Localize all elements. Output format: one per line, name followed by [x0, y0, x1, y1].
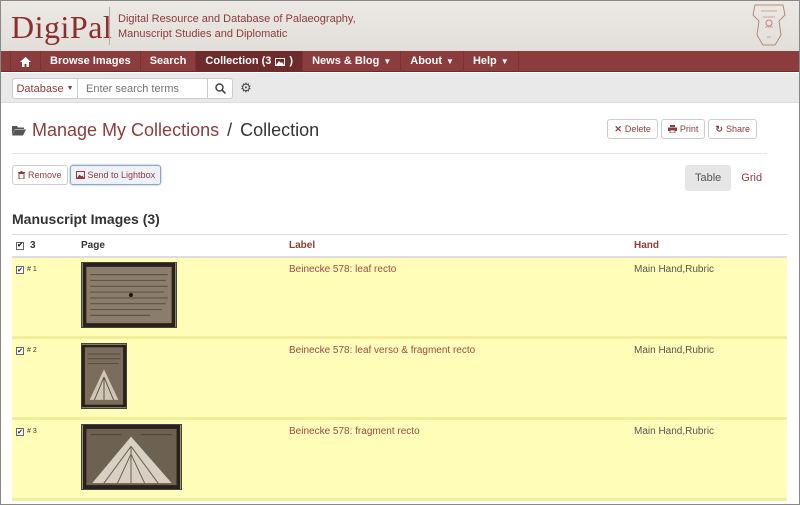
nav-home[interactable] — [11, 51, 41, 72]
row-index: # 2 — [27, 347, 37, 354]
nav-search[interactable]: Search — [141, 51, 197, 72]
print-button[interactable]: Print — [660, 119, 706, 139]
search-button[interactable] — [207, 78, 233, 99]
row-index: # 3 — [27, 428, 37, 435]
nav-help[interactable]: Help ▼ — [464, 51, 519, 72]
nav-collection[interactable]: Collection (3 ) — [196, 51, 304, 72]
breadcrumb-manage-collections[interactable]: Manage My Collections — [32, 120, 219, 141]
table-row: ✔ # 2 Beinecke 578: leaf verso & fragmen… — [12, 339, 787, 420]
folder-open-icon — [12, 125, 26, 135]
breadcrumb-separator: / — [227, 119, 233, 140]
tagline-line-2: Manuscript Studies and Diplomatic — [118, 28, 288, 40]
row-checkbox[interactable]: ✔ — [16, 266, 24, 274]
manuscript-thumbnail[interactable] — [81, 343, 127, 409]
database-dropdown[interactable]: Database ▼ — [12, 78, 78, 99]
share-button[interactable]: ↻ Share — [708, 119, 757, 139]
select-all-checkbox[interactable]: ✔ — [16, 241, 24, 250]
image-label-link[interactable]: Beinecke 578: leaf verso & fragment rect… — [289, 339, 634, 417]
image-label-link[interactable]: Beinecke 578: fragment recto — [289, 420, 634, 498]
column-header-page: Page — [81, 240, 105, 251]
search-bar: Database ▼ ⚙ — [1, 73, 799, 103]
section-title: Manuscript Images (3) — [12, 211, 160, 227]
share-icon: ↻ — [715, 123, 723, 134]
nav-about[interactable]: About ▼ — [401, 51, 464, 72]
send-to-lightbox-button[interactable]: Send to Lightbox — [69, 165, 162, 185]
image-icon — [75, 171, 85, 179]
manuscript-ornament-icon — [752, 4, 786, 46]
column-header-hand[interactable]: Hand — [634, 240, 784, 251]
print-icon — [667, 125, 677, 133]
caret-down-icon: ▼ — [446, 57, 454, 66]
gear-icon[interactable]: ⚙ — [239, 80, 253, 95]
main-nav: Browse Images Search Collection (3 ) New… — [1, 51, 799, 72]
row-checkbox[interactable]: ✔ — [16, 428, 24, 436]
divider — [12, 153, 767, 154]
view-toggle: Table Grid — [685, 165, 772, 191]
row-checkbox[interactable]: ✔ — [16, 347, 24, 355]
site-tagline: Digital Resource and Database of Palaeog… — [118, 12, 358, 42]
page-title: Manage My Collections / Collection — [12, 117, 319, 143]
delete-button[interactable]: ✕ Delete — [607, 119, 658, 139]
remove-button[interactable]: Remove — [12, 165, 68, 185]
images-table: ✔ 3 Page Label Hand ✔ # 1 Beinecke 578: … — [12, 234, 787, 501]
caret-down-icon: ▼ — [383, 57, 392, 66]
hand-value: Main Hand,Rubric — [634, 264, 715, 275]
search-input[interactable] — [77, 78, 208, 99]
table-row: ✔ # 1 Beinecke 578: leaf recto Main Hand… — [12, 258, 787, 339]
image-label-link[interactable]: Beinecke 578: leaf recto — [289, 258, 634, 336]
caret-down-icon: ▼ — [66, 85, 74, 92]
manuscript-thumbnail[interactable] — [81, 424, 182, 490]
home-icon — [20, 56, 31, 67]
tagline-line-1: Digital Resource and Database of Palaeog… — [118, 13, 356, 25]
breadcrumb-current: Collection — [240, 119, 320, 140]
table-header: ✔ 3 Page Label Hand — [12, 234, 787, 258]
caret-down-icon: ▼ — [500, 57, 509, 66]
nav-news-blog[interactable]: News & Blog ▼ — [303, 51, 402, 72]
view-table-button[interactable]: Table — [685, 165, 732, 191]
collection-toolbar: Remove Send to Lightbox — [12, 165, 162, 185]
manuscript-thumbnail[interactable] — [81, 262, 177, 328]
site-header: DigiPal Digital Resource and Database of… — [1, 1, 799, 51]
table-row: ✔ # 3 Beinecke 578: fragment recto Main … — [12, 420, 787, 501]
close-icon: ✕ — [614, 123, 622, 134]
image-icon — [275, 57, 286, 66]
nav-browse-images[interactable]: Browse Images — [41, 51, 141, 72]
site-logo[interactable]: DigiPal — [11, 9, 112, 46]
search-icon — [214, 83, 226, 94]
view-grid-button[interactable]: Grid — [731, 165, 772, 191]
row-index: # 1 — [27, 266, 37, 273]
trash-icon — [18, 171, 25, 179]
selected-count: 3 — [30, 240, 36, 251]
hand-value: Main Hand,Rubric — [634, 345, 715, 356]
hand-value: Main Hand,Rubric — [634, 426, 715, 437]
logo-divider — [109, 7, 110, 45]
collection-actions: ✕ Delete Print ↻ Share — [607, 119, 757, 139]
column-header-label[interactable]: Label — [289, 240, 634, 251]
